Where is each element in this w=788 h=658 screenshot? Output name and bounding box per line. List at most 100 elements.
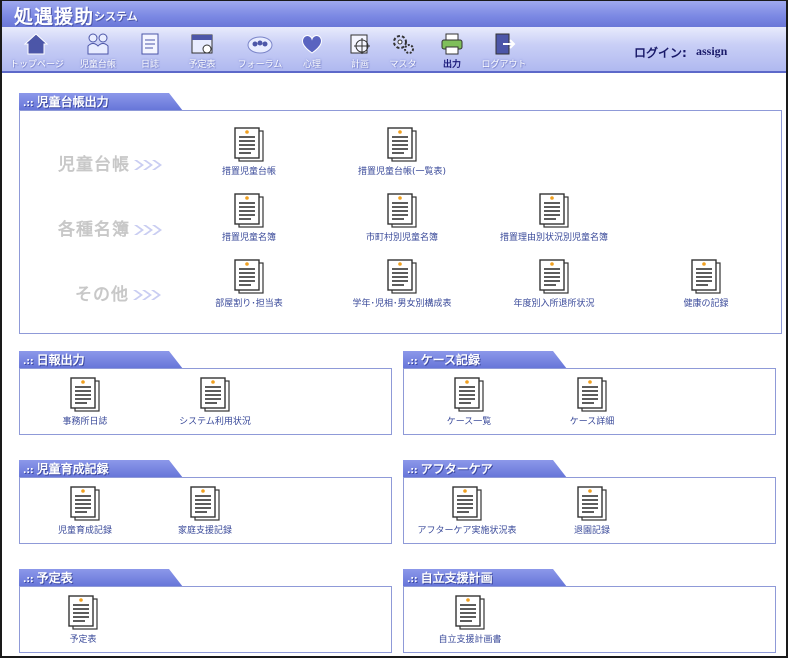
doc-link-reason-roster[interactable]: 措置理由別状況別児童名簿 [484,192,624,243]
chevron-right-icon [133,290,161,300]
document-icon [190,486,220,521]
section-ledger-tab: .:: 児童台帳出力 [19,93,183,111]
doc-link-municipal-roster[interactable]: 市町村別児童名簿 [342,192,462,243]
section-case-title: ケース記録 [420,353,481,367]
doc-caption: 予定表 [69,635,97,645]
doc-caption: 措置児童台帳(一覧表) [357,167,447,177]
document-icon [68,595,98,630]
doc-caption: 措置児童名簿 [221,233,276,243]
doc-caption: 児童育成記録 [57,526,112,536]
doc-link-growth-record[interactable]: 児童育成記録 [40,485,130,536]
doc-link-roster[interactable]: 措置児童名簿 [199,192,299,243]
section-prefix: .:: [23,466,34,476]
document-icon [454,377,484,412]
nav-psych[interactable]: 心理 [286,32,338,70]
section-prefix: .:: [23,575,34,585]
doc-link-independence-plan[interactable]: 自立支援計画書 [420,594,520,645]
calendar-icon [191,34,213,54]
target-icon [350,34,370,54]
nav-top-label: トップページ [10,60,64,70]
section-schedule-title: 予定表 [36,571,73,585]
login-label: ログイン: [634,46,687,60]
section-independence-tab: .:: 自立支援計画 [403,569,567,587]
gear-icon [393,35,414,54]
nav-child[interactable]: 児童台帳 [72,32,124,70]
document-icon [70,486,100,521]
section-prefix: .:: [407,575,418,585]
notebook-icon [141,33,159,55]
section-independence-title: 自立支援計画 [420,571,493,585]
doc-caption: 学年･児相･男女別構成表 [352,299,452,309]
chevron-right-icon [134,225,162,235]
doc-caption: ケース一覧 [446,417,492,427]
doc-link-health[interactable]: 健康の記録 [666,258,746,309]
nav-output[interactable]: 出力 [426,32,478,70]
doc-link-ledger[interactable]: 措置児童台帳 [199,126,299,177]
document-icon [577,486,607,521]
document-icon [234,259,264,294]
doc-caption: 年度別入所退所状況 [513,299,595,309]
doc-link-family-support[interactable]: 家庭支援記録 [160,485,250,536]
section-daily-tab: .:: 日報出力 [19,351,183,369]
section-growth-tab: .:: 児童育成記録 [19,460,183,478]
section-prefix: .:: [407,466,418,476]
nav-diary-label: 日誌 [140,60,159,70]
doc-caption: 健康の記録 [683,299,729,309]
document-icon [577,377,607,412]
nav-logout-label: ログアウト [481,60,527,70]
doc-caption: 市町村別児童名簿 [365,233,438,243]
nav-schedule-label: 予定表 [188,60,216,70]
doc-link-admission-status[interactable]: 年度別入所退所状況 [494,258,614,309]
doc-link-case-list[interactable]: ケース一覧 [424,376,514,427]
document-icon [387,127,417,162]
nav-output-label: 出力 [442,60,461,70]
door-icon [495,33,516,55]
document-icon [452,486,482,521]
doc-caption: 措置児童台帳 [221,167,276,177]
doc-link-schedule[interactable]: 予定表 [38,594,128,645]
section-prefix: .:: [23,357,34,367]
document-icon [234,193,264,228]
nav-diary[interactable]: 日誌 [124,32,176,70]
printer-icon [441,33,463,55]
section-prefix: .:: [407,357,418,367]
doc-caption: 事務所日誌 [62,417,108,427]
nav-master-label: マスタ [389,60,417,70]
doc-caption: アフターケア実施状況表 [417,526,517,536]
doc-caption: 部屋割り･担当表 [215,299,283,309]
nav-psych-label: 心理 [302,60,321,70]
document-icon [691,259,721,294]
doc-link-case-detail[interactable]: ケース詳細 [547,376,637,427]
doc-link-system-usage[interactable]: システム利用状況 [165,376,265,427]
section-aftercare-title: アフターケア [420,462,493,476]
doc-link-room-assignment[interactable]: 部屋割り･担当表 [199,258,299,309]
document-icon [539,193,569,228]
doc-caption: 自立支援計画書 [438,635,502,645]
nav-top[interactable]: トップページ [10,32,64,70]
document-icon [387,259,417,294]
login-user: assign [696,44,728,58]
section-growth-title: 児童育成記録 [36,462,109,476]
document-icon [234,127,264,162]
nav-forum[interactable]: フォーラム [234,32,286,70]
doc-link-ledger-list[interactable]: 措置児童台帳(一覧表) [342,126,462,177]
nav-logout[interactable]: ログアウト [478,32,530,70]
document-icon [455,595,485,630]
app-subtitle: システム [94,10,138,23]
document-icon [200,377,230,412]
doc-caption: 家庭支援記録 [177,526,232,536]
section-ledger-title: 児童台帳出力 [36,95,109,109]
app-title: 処遇援助 [14,6,95,28]
section-schedule-tab: .:: 予定表 [19,569,183,587]
doc-link-composition[interactable]: 学年･児相･男女別構成表 [337,258,467,309]
doc-link-aftercare-status[interactable]: アフターケア実施状況表 [412,485,522,536]
doc-link-office-diary[interactable]: 事務所日誌 [40,376,130,427]
doc-link-discharge-record[interactable]: 退園記録 [547,485,637,536]
children-icon [87,33,109,55]
nav-schedule[interactable]: 予定表 [176,32,228,70]
section-aftercare-tab: .:: アフターケア [403,460,567,478]
document-icon [70,377,100,412]
row-label-lists: 各種名簿 [58,215,166,240]
nav-master[interactable]: マスタ [377,32,429,70]
nav-child-label: 児童台帳 [79,60,116,70]
